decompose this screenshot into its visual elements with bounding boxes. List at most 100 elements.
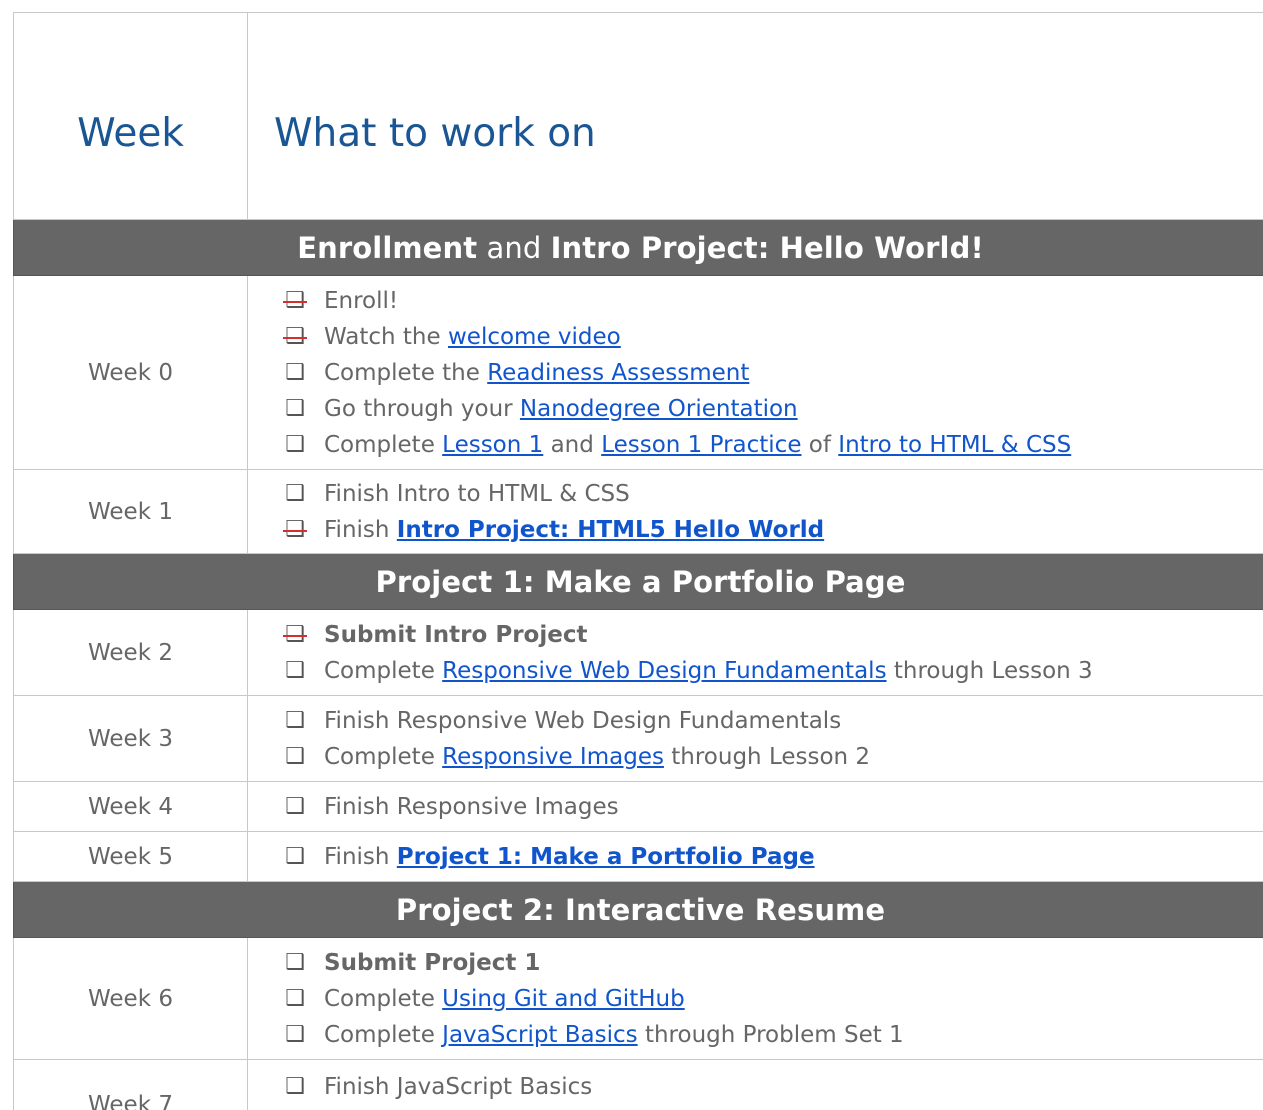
- checked-box-icon[interactable]: ❑: [282, 319, 308, 355]
- section-title: Project 2: Interactive Resume: [13, 881, 1263, 938]
- schedule-body: Enrollment and Intro Project: Hello Worl…: [13, 219, 1263, 1110]
- task-text: Go through your: [324, 396, 520, 422]
- header-row: Week What to work on: [13, 12, 1263, 220]
- task-text: Finish: [324, 517, 397, 543]
- task-text: Finish Responsive Images: [324, 794, 619, 820]
- week-tasks: ❑ Finish JavaScript Basics ❑ Complete Intro…: [247, 1059, 1263, 1110]
- task-link[interactable]: Intro to HTML & CSS: [838, 427, 1071, 463]
- task-text: Complete the: [324, 360, 488, 386]
- task-text: through Lesson 3: [886, 658, 1093, 684]
- task-text: through Problem Set 1: [637, 1022, 904, 1048]
- checkbox-icon[interactable]: ❑: [282, 703, 308, 739]
- checkbox-icon[interactable]: ❑: [282, 1017, 308, 1053]
- week-tasks: ❑ Submit Project 1 ❑ Complete Using Git and…: [247, 937, 1263, 1060]
- task-text: Complete: [324, 1022, 443, 1048]
- task-item: ❑ Complete the Readiness Assessment: [282, 355, 1263, 391]
- task-link[interactable]: Nanodegree Orientation: [520, 391, 798, 427]
- checkbox-icon[interactable]: ❑: [282, 1105, 308, 1110]
- schedule-table: Week What to work on Enrollment and Intr…: [13, 12, 1263, 1110]
- week-tasks: ❑ Finish Responsive Images: [247, 781, 1263, 832]
- task-link[interactable]: Intro Project: HTML5 Hello World: [397, 512, 824, 548]
- task-item: ❑ Submit Intro Project: [282, 617, 1263, 653]
- task-item: ❑ Finish Responsive Web Design Fundamenta…: [282, 703, 1263, 739]
- checkbox-icon[interactable]: ❑: [282, 789, 308, 825]
- checkbox-icon[interactable]: ❑: [282, 427, 308, 463]
- task-text: Watch the: [324, 324, 448, 350]
- task-text: and: [543, 432, 602, 458]
- task-item: ❑ Finish JavaScript Basics: [282, 1069, 1263, 1105]
- task-link[interactable]: Readiness Assessment: [487, 355, 749, 391]
- checkbox-icon[interactable]: ❑: [282, 476, 308, 512]
- task-link[interactable]: Responsive Web Design Fundamentals: [442, 653, 886, 689]
- week-row: Week 5 ❑ Finish Project 1: Make a Portfoli…: [13, 831, 1263, 882]
- task-item: ❑ Complete Responsive Images through Less…: [282, 739, 1263, 775]
- task-link[interactable]: Responsive Images: [442, 739, 664, 775]
- week-label: Week 2: [13, 609, 248, 696]
- tasks-column-header: What to work on: [247, 12, 1263, 220]
- task-list: ❑ Finish Project 1: Make a Portfolio Page: [282, 836, 1263, 875]
- section-title-part: and: [477, 230, 551, 265]
- week-label: Week 1: [13, 469, 248, 554]
- section-header-row: Project 1: Make a Portfolio Page: [13, 553, 1263, 610]
- task-link[interactable]: Lesson 1 Practice: [601, 427, 801, 463]
- task-list: ❑ Enroll! ❑ Watch the welcome video ❑ Complet…: [282, 280, 1263, 463]
- week-tasks: ❑ Submit Intro Project ❑ Complete Responsiv…: [247, 609, 1263, 696]
- task-link[interactable]: welcome video: [448, 319, 621, 355]
- checkbox-icon[interactable]: ❑: [282, 945, 308, 981]
- week-tasks: ❑ Finish Intro to HTML & CSS ❑ Finish Intro…: [247, 469, 1263, 554]
- section-title: Project 1: Make a Portfolio Page: [13, 553, 1263, 610]
- week-row: Week 3 ❑ Finish Responsive Web Design Fund…: [13, 695, 1263, 782]
- week-label: Week 6: [13, 937, 248, 1060]
- task-item: ❑ Complete Intro to jQuery: [282, 1105, 1263, 1110]
- checkbox-icon[interactable]: ❑: [282, 391, 308, 427]
- task-link[interactable]: Project 1: Make a Portfolio Page: [397, 839, 815, 875]
- task-item: ❑ Complete Lesson 1 and Lesson 1 Practice…: [282, 427, 1263, 463]
- task-item: ❑ Finish Project 1: Make a Portfolio Page: [282, 839, 1263, 875]
- task-text: of: [801, 432, 839, 458]
- task-link[interactable]: Using Git and GitHub: [442, 981, 685, 1017]
- task-item: ❑ Watch the welcome video: [282, 319, 1263, 355]
- task-list: ❑ Finish Responsive Images: [282, 786, 1263, 825]
- task-text: Finish JavaScript Basics: [324, 1074, 593, 1100]
- task-text: Complete: [324, 1105, 442, 1110]
- task-item: ❑ Finish Responsive Images: [282, 789, 1263, 825]
- week-label: Week 5: [13, 831, 248, 882]
- checkbox-icon[interactable]: ❑: [282, 839, 308, 875]
- task-text: Submit Project 1: [324, 950, 541, 976]
- schedule-sheet: Week What to work on Enrollment and Intr…: [13, 12, 1263, 1110]
- task-text: Complete: [324, 986, 443, 1012]
- week-row: Week 0 ❑ Enroll! ❑ Watch the welcome video ❑ C…: [13, 275, 1263, 470]
- task-link[interactable]: Lesson 1: [442, 427, 543, 463]
- task-item: ❑ Enroll!: [282, 283, 1263, 319]
- checkbox-icon[interactable]: ❑: [282, 653, 308, 689]
- week-row: Week 7 ❑ Finish JavaScript Basics ❑ Complete…: [13, 1059, 1263, 1110]
- task-link[interactable]: JavaScript Basics: [442, 1017, 637, 1053]
- section-title-part: Project 1: Make a Portfolio Page: [375, 564, 906, 599]
- task-text: Enroll!: [324, 288, 399, 314]
- task-link[interactable]: Intro to jQuery: [442, 1105, 609, 1110]
- task-list: ❑ Finish Responsive Web Design Fundamenta…: [282, 700, 1263, 775]
- checked-box-icon[interactable]: ❑: [282, 617, 308, 653]
- task-item: ❑ Submit Project 1: [282, 945, 1263, 981]
- week-row: Week 4 ❑ Finish Responsive Images: [13, 781, 1263, 832]
- checkbox-icon[interactable]: ❑: [282, 739, 308, 775]
- week-row: Week 6 ❑ Submit Project 1 ❑ Complete Using G…: [13, 937, 1263, 1060]
- checked-box-icon[interactable]: ❑: [282, 283, 308, 319]
- checkbox-icon[interactable]: ❑: [282, 1069, 308, 1105]
- checked-box-icon[interactable]: ❑: [282, 512, 308, 548]
- checkbox-icon[interactable]: ❑: [282, 981, 308, 1017]
- task-text: Complete: [324, 658, 443, 684]
- task-list: ❑ Finish JavaScript Basics ❑ Complete Intro…: [282, 1064, 1263, 1110]
- section-header-row: Project 2: Interactive Resume: [13, 881, 1263, 938]
- task-text: Complete: [324, 432, 443, 458]
- section-title: Enrollment and Intro Project: Hello Worl…: [13, 219, 1263, 276]
- week-label: Week 4: [13, 781, 248, 832]
- task-list: ❑ Submit Intro Project ❑ Complete Responsiv…: [282, 614, 1263, 689]
- task-item: ❑ Complete JavaScript Basics through Prob…: [282, 1017, 1263, 1053]
- checkbox-icon[interactable]: ❑: [282, 355, 308, 391]
- week-tasks: ❑ Finish Project 1: Make a Portfolio Page: [247, 831, 1263, 882]
- week-row: Week 2 ❑ Submit Intro Project ❑ Complete Res…: [13, 609, 1263, 696]
- task-text: Complete: [324, 744, 443, 770]
- task-item: ❑ Finish Intro Project: HTML5 Hello World: [282, 512, 1263, 548]
- task-text: through Lesson 2: [663, 744, 871, 770]
